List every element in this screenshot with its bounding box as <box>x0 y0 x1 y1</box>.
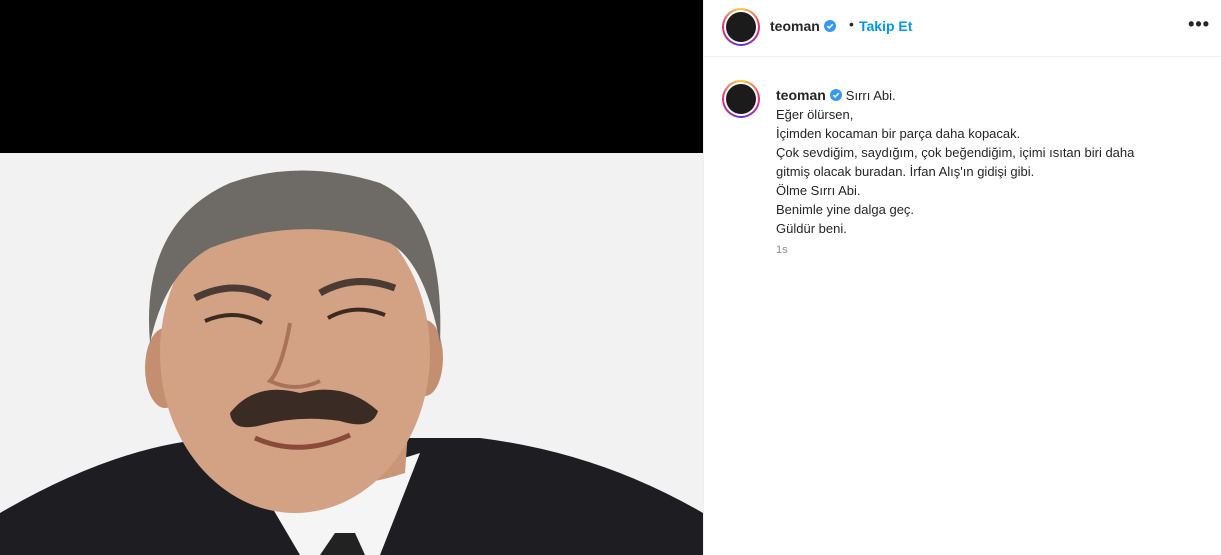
verified-badge-icon <box>823 20 836 32</box>
caption-line: Benimle yine dalga geç. <box>776 202 915 217</box>
more-options-icon[interactable]: ••• <box>1188 14 1210 35</box>
separator-dot: • <box>849 16 854 32</box>
caption-username[interactable]: teoman <box>776 87 826 103</box>
profile-avatar[interactable] <box>722 8 760 46</box>
post-photo <box>0 153 703 555</box>
post-sidebar: teoman • Takip Et ••• teoman Sırrı Abi. E… <box>703 0 1221 555</box>
caption-first-text: Sırrı Abi. <box>845 88 896 103</box>
caption-line: Ölme Sırrı Abi. <box>776 183 861 198</box>
verified-badge-icon <box>829 89 842 101</box>
caption-avatar[interactable] <box>722 80 760 118</box>
caption-first-line: teoman Sırrı Abi. <box>776 86 1196 105</box>
post-media[interactable] <box>0 0 703 555</box>
follow-button[interactable]: Takip Et <box>859 18 912 34</box>
media-black-band <box>0 0 703 153</box>
post-time-ago[interactable]: 1s <box>776 244 788 256</box>
caption-line: Güldür beni. <box>776 221 847 236</box>
caption-line: gitmiş olacak buradan. İrfan Alış'ın gid… <box>776 164 1035 179</box>
caption-line: Çok sevdiğim, saydığım, çok beğendiğim, … <box>776 145 1135 160</box>
caption-line: Eğer ölürsen, <box>776 107 854 122</box>
caption-line: İçimden kocaman bir parça daha kopacak. <box>776 126 1021 141</box>
post-header: teoman • Takip Et ••• <box>704 0 1221 57</box>
header-username-text[interactable]: teoman <box>770 18 820 34</box>
header-username[interactable]: teoman <box>770 18 836 34</box>
instagram-post-view: teoman • Takip Et ••• teoman Sırrı Abi. E… <box>0 0 1221 555</box>
post-caption: teoman Sırrı Abi. Eğer ölürsen, İçimden k… <box>776 86 1196 238</box>
